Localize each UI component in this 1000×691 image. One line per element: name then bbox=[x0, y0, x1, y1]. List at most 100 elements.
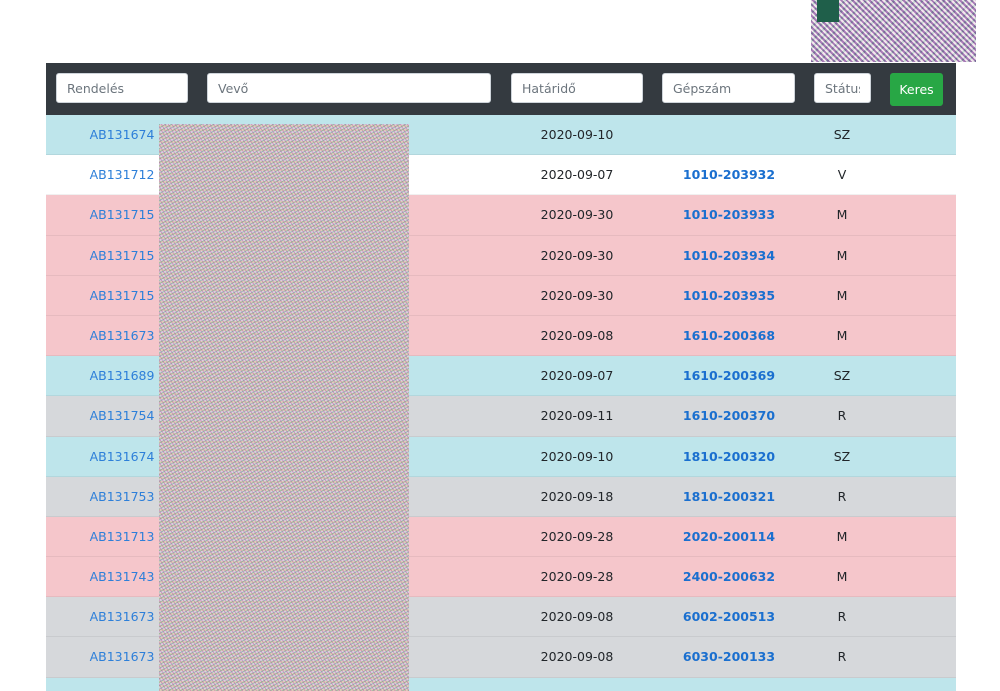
order-cell: AB131673 bbox=[46, 637, 198, 676]
deadline-cell: 2020-09-30 bbox=[540, 247, 614, 263]
status-filter-input[interactable] bbox=[814, 73, 871, 103]
machine-link[interactable]: 1010-203932 bbox=[683, 167, 775, 182]
order-cell: AB131673 bbox=[46, 597, 198, 636]
customer-cell bbox=[205, 316, 455, 355]
deadline-cell: 2020-09-28 bbox=[540, 569, 614, 585]
status-cell: SZ bbox=[833, 448, 851, 464]
deadline-cell: 2020-09-11 bbox=[540, 408, 614, 424]
order-link[interactable]: AB131715 bbox=[90, 248, 155, 263]
order-cell: AB131674 bbox=[46, 115, 198, 154]
order-link[interactable]: AB131674 bbox=[90, 449, 155, 464]
customer-filter-input[interactable] bbox=[207, 73, 491, 103]
customer-cell bbox=[205, 195, 455, 234]
deadline-cell: 2020-09-08 bbox=[540, 327, 614, 343]
deadline-cell: 2020-09-10 bbox=[540, 127, 614, 142]
order-link[interactable]: AB131713 bbox=[90, 529, 155, 544]
search-button[interactable]: Keres bbox=[890, 73, 943, 106]
order-cell: AB131712 bbox=[46, 155, 198, 194]
machine-link[interactable]: 1010-203934 bbox=[683, 248, 775, 263]
deadline-cell: 2020-09-07 bbox=[540, 167, 614, 183]
status-cell: V bbox=[837, 167, 847, 183]
customer-cell bbox=[205, 597, 455, 636]
status-cell: M bbox=[836, 528, 848, 544]
customer-cell bbox=[205, 115, 455, 154]
table-row: AB131753 2020-09-18 1810-200321 R bbox=[46, 476, 956, 517]
deadline-cell: 2020-09-10 bbox=[540, 448, 614, 464]
customer-cell bbox=[205, 517, 455, 556]
machine-filter-input[interactable] bbox=[662, 73, 795, 103]
order-filter-input[interactable] bbox=[56, 73, 188, 103]
table-row: AB131743 2020-09-28 2400-200632 M bbox=[46, 557, 956, 598]
machine-link[interactable]: 1810-200321 bbox=[683, 489, 775, 504]
table-row: AB131673 2020-09-08 1610-200368 M bbox=[46, 315, 956, 357]
machine-link[interactable]: 1610-200370 bbox=[683, 408, 775, 423]
deadline-cell: 2020-09-07 bbox=[501, 678, 653, 691]
deadline-cell: 2020-09-08 bbox=[540, 649, 614, 665]
table-row: AB131754 2020-09-11 1610-200370 R bbox=[46, 396, 956, 437]
order-cell: AB131689 bbox=[46, 356, 198, 395]
status-cell: SZ bbox=[833, 127, 851, 142]
order-link[interactable]: AB131689 bbox=[90, 368, 155, 383]
order-link[interactable]: AB131712 bbox=[90, 167, 155, 182]
deadline-cell: 2020-09-08 bbox=[540, 609, 614, 625]
customer-cell bbox=[205, 637, 455, 676]
status-cell: M bbox=[836, 207, 848, 223]
order-cell: AB131754 bbox=[46, 396, 198, 435]
filter-bar: Keres bbox=[46, 63, 956, 115]
deadline-cell: 2020-09-30 bbox=[540, 287, 614, 303]
table-row: AB131673 2020-09-08 6002-200513 R bbox=[46, 597, 956, 638]
status-cell: SZ bbox=[833, 368, 851, 384]
order-link[interactable]: AB131754 bbox=[90, 408, 155, 423]
order-cell: AB131673 bbox=[46, 316, 198, 355]
machine-link[interactable]: 2020-200114 bbox=[683, 529, 775, 544]
orders-table: Keres AB131674 2020-09-10 SZ AB131712 2020-0… bbox=[46, 63, 956, 691]
order-link[interactable]: AB131715 bbox=[90, 207, 155, 222]
table-row: AB131715 2020-09-30 1010-203935 M bbox=[46, 275, 956, 316]
order-cell: AB131713 bbox=[46, 517, 198, 556]
deadline-cell: 2020-09-30 bbox=[540, 207, 614, 223]
order-link[interactable]: AB131715 bbox=[90, 288, 155, 303]
order-cell: AB131715 bbox=[46, 276, 198, 315]
status-cell: R bbox=[837, 488, 847, 504]
machine-link[interactable]: 6002-200513 bbox=[683, 609, 775, 624]
status-cell: SZ bbox=[766, 678, 918, 691]
machine-link[interactable]: 1610-200368 bbox=[683, 328, 775, 343]
status-cell: R bbox=[837, 609, 847, 625]
status-cell: M bbox=[836, 287, 848, 303]
order-link[interactable]: AB131674 bbox=[90, 127, 155, 142]
order-cell: AB131753 bbox=[46, 477, 198, 516]
table-row: AB131713 2020-09-28 2020-200114 M bbox=[46, 516, 956, 558]
table-row: AB131712 2020-09-07 1010-203932 V bbox=[46, 155, 956, 196]
status-cell: R bbox=[837, 649, 847, 665]
status-cell: M bbox=[836, 247, 848, 263]
table-row: AB131674 2020-09-10 1810-200320 SZ bbox=[46, 436, 956, 477]
order-cell: AB131674 bbox=[46, 437, 198, 476]
order-cell: AB131689 bbox=[46, 678, 198, 691]
machine-link[interactable]: 6030-200133 bbox=[683, 649, 775, 664]
order-link[interactable]: AB131673 bbox=[90, 649, 155, 664]
table-row: AB131674 2020-09-10 SZ bbox=[46, 115, 956, 156]
table-row: AB131689 2020-09-07 1610-200369 SZ bbox=[46, 356, 956, 397]
redacted-image bbox=[811, 0, 976, 62]
machine-link[interactable]: 1810-200320 bbox=[683, 449, 775, 464]
table-row: AB1316892020-09-076160-200810SZ bbox=[46, 677, 956, 691]
machine-link[interactable]: 2400-200632 bbox=[683, 569, 775, 584]
order-cell: AB131715 bbox=[46, 195, 198, 234]
table-body: AB131674 2020-09-10 SZ AB131712 2020-09-07 10… bbox=[46, 115, 956, 691]
order-link[interactable]: AB131673 bbox=[90, 609, 155, 624]
customer-cell bbox=[205, 557, 455, 596]
order-link[interactable]: AB131743 bbox=[90, 569, 155, 584]
machine-link[interactable]: 1010-203933 bbox=[683, 207, 775, 222]
customer-cell bbox=[205, 276, 455, 315]
status-cell: M bbox=[836, 569, 848, 585]
order-link[interactable]: AB131673 bbox=[90, 328, 155, 343]
deadline-filter-input[interactable] bbox=[511, 73, 643, 103]
order-link[interactable]: AB131753 bbox=[90, 489, 155, 504]
machine-link[interactable]: 1010-203935 bbox=[683, 288, 775, 303]
page: Keres AB131674 2020-09-10 SZ AB131712 2020-0… bbox=[0, 0, 1000, 691]
customer-cell bbox=[205, 155, 455, 194]
customer-cell bbox=[205, 678, 455, 691]
machine-link[interactable]: 1610-200369 bbox=[683, 368, 775, 383]
customer-cell bbox=[205, 356, 455, 395]
status-cell: R bbox=[837, 408, 847, 424]
